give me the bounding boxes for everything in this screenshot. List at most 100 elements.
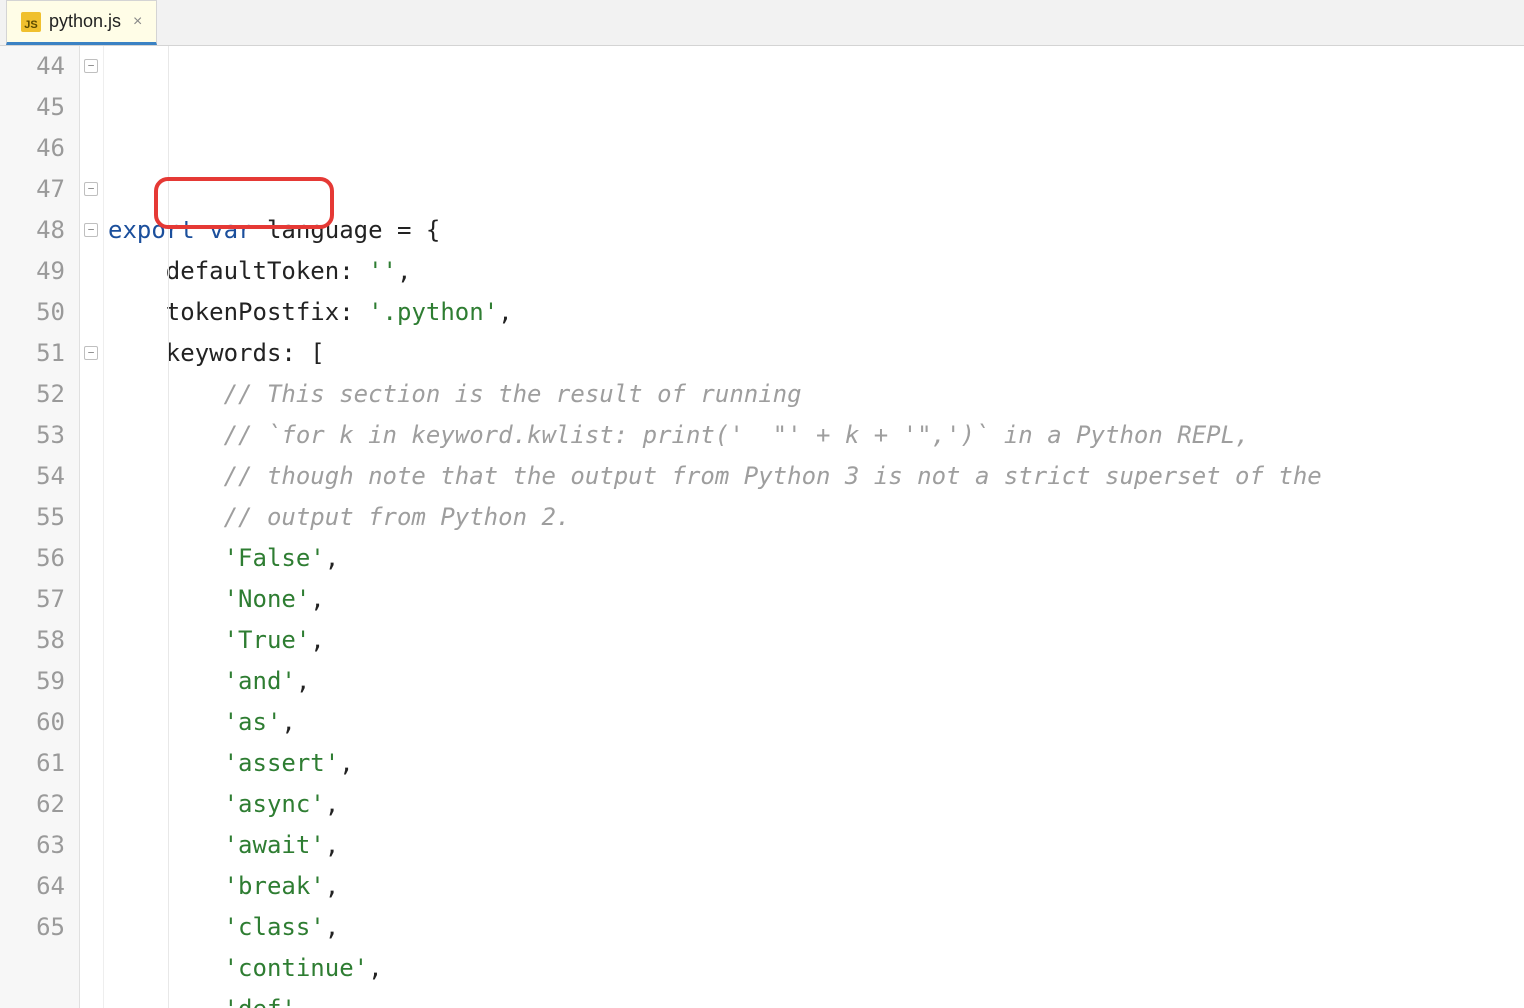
code-line[interactable]: // `for k in keyword.kwlist: print(' "' … xyxy=(108,415,1524,456)
code-token: // though note that the output from Pyth… xyxy=(224,462,1322,490)
code-token: , xyxy=(310,585,324,613)
line-number: 54 xyxy=(0,456,65,497)
line-number: 45 xyxy=(0,87,65,128)
line-number: 46 xyxy=(0,128,65,169)
code-token: // `for k in keyword.kwlist: print(' "' … xyxy=(224,421,1250,449)
code-line[interactable]: 'async', xyxy=(108,784,1524,825)
line-number: 60 xyxy=(0,702,65,743)
line-number: 65 xyxy=(0,907,65,948)
code-token: , xyxy=(296,995,310,1008)
js-file-icon: JS xyxy=(21,12,41,32)
line-number: 61 xyxy=(0,743,65,784)
code-editor[interactable]: 4445464748495051525354555657585960616263… xyxy=(0,46,1524,1008)
line-number: 59 xyxy=(0,661,65,702)
code-token: 'as' xyxy=(224,708,282,736)
fold-toggle-icon[interactable]: − xyxy=(84,59,98,73)
code-line[interactable]: // output from Python 2. xyxy=(108,497,1524,538)
code-token: // This section is the result of running xyxy=(224,380,802,408)
code-token: 'assert' xyxy=(224,749,340,777)
line-number: 50 xyxy=(0,292,65,333)
code-token: , xyxy=(325,544,339,572)
fold-toggle-icon[interactable]: − xyxy=(84,346,98,360)
line-number: 51 xyxy=(0,333,65,374)
code-token: // output from Python 2. xyxy=(224,503,571,531)
code-token: 'def' xyxy=(224,995,296,1008)
line-number-gutter: 4445464748495051525354555657585960616263… xyxy=(0,46,80,1008)
code-token: : xyxy=(339,298,368,326)
code-token: , xyxy=(325,872,339,900)
code-line[interactable]: 'False', xyxy=(108,538,1524,579)
code-token: , xyxy=(368,954,382,982)
line-number: 53 xyxy=(0,415,65,456)
code-token: 'continue' xyxy=(224,954,369,982)
line-number: 56 xyxy=(0,538,65,579)
code-token: export xyxy=(108,216,195,244)
indent-guide xyxy=(168,46,169,1008)
code-token: var xyxy=(209,216,252,244)
tab-python-js[interactable]: JS python.js × xyxy=(6,0,157,45)
line-number: 55 xyxy=(0,497,65,538)
code-token: , xyxy=(397,257,411,285)
code-line[interactable]: 'def', xyxy=(108,989,1524,1008)
code-token: , xyxy=(325,790,339,818)
code-token: : xyxy=(339,257,368,285)
code-line[interactable]: 'continue', xyxy=(108,948,1524,989)
code-line[interactable]: 'await', xyxy=(108,825,1524,866)
code-token: 'async' xyxy=(224,790,325,818)
code-token: 'False' xyxy=(224,544,325,572)
code-token: 'and' xyxy=(224,667,296,695)
code-token: , xyxy=(325,831,339,859)
fold-toggle-icon[interactable]: − xyxy=(84,223,98,237)
tab-bar: JS python.js × xyxy=(0,0,1524,46)
code-token: , xyxy=(296,667,310,695)
code-token: , xyxy=(498,298,512,326)
code-token: , xyxy=(325,913,339,941)
code-line[interactable]: 'assert', xyxy=(108,743,1524,784)
code-token: , xyxy=(310,626,324,654)
code-token: language xyxy=(267,216,383,244)
line-number: 49 xyxy=(0,251,65,292)
code-token: tokenPostfix xyxy=(166,298,339,326)
code-line[interactable]: 'and', xyxy=(108,661,1524,702)
code-token: = { xyxy=(383,216,441,244)
code-line[interactable]: // This section is the result of running xyxy=(108,374,1524,415)
code-line[interactable]: defaultToken: '', xyxy=(108,251,1524,292)
code-area[interactable]: export var language = { defaultToken: ''… xyxy=(104,46,1524,1008)
line-number: 58 xyxy=(0,620,65,661)
code-line[interactable]: 'as', xyxy=(108,702,1524,743)
code-token: , xyxy=(339,749,353,777)
line-number: 64 xyxy=(0,866,65,907)
code-line[interactable]: export var language = { xyxy=(108,210,1524,251)
code-line[interactable]: 'True', xyxy=(108,620,1524,661)
code-token: , xyxy=(281,708,295,736)
code-line[interactable]: // though note that the output from Pyth… xyxy=(108,456,1524,497)
line-number: 47 xyxy=(0,169,65,210)
line-number: 52 xyxy=(0,374,65,415)
code-token: 'None' xyxy=(224,585,311,613)
code-line[interactable]: 'None', xyxy=(108,579,1524,620)
fold-column: − − − − xyxy=(80,46,104,1008)
line-number: 57 xyxy=(0,579,65,620)
code-line[interactable]: tokenPostfix: '.python', xyxy=(108,292,1524,333)
code-line[interactable]: 'break', xyxy=(108,866,1524,907)
close-icon[interactable]: × xyxy=(133,13,142,31)
line-number: 62 xyxy=(0,784,65,825)
code-token: 'break' xyxy=(224,872,325,900)
code-token: '.python' xyxy=(368,298,498,326)
fold-toggle-icon[interactable]: − xyxy=(84,182,98,196)
code-token: 'await' xyxy=(224,831,325,859)
code-token xyxy=(195,216,209,244)
tab-filename: python.js xyxy=(49,11,121,32)
line-number: 63 xyxy=(0,825,65,866)
line-number: 44 xyxy=(0,46,65,87)
code-token xyxy=(253,216,267,244)
line-number: 48 xyxy=(0,210,65,251)
code-token: '' xyxy=(368,257,397,285)
code-token: : [ xyxy=(281,339,324,367)
code-token: defaultToken xyxy=(166,257,339,285)
code-line[interactable]: keywords: [ xyxy=(108,333,1524,374)
code-token: 'class' xyxy=(224,913,325,941)
code-token: 'True' xyxy=(224,626,311,654)
code-line[interactable]: 'class', xyxy=(108,907,1524,948)
code-token: keywords xyxy=(166,339,282,367)
